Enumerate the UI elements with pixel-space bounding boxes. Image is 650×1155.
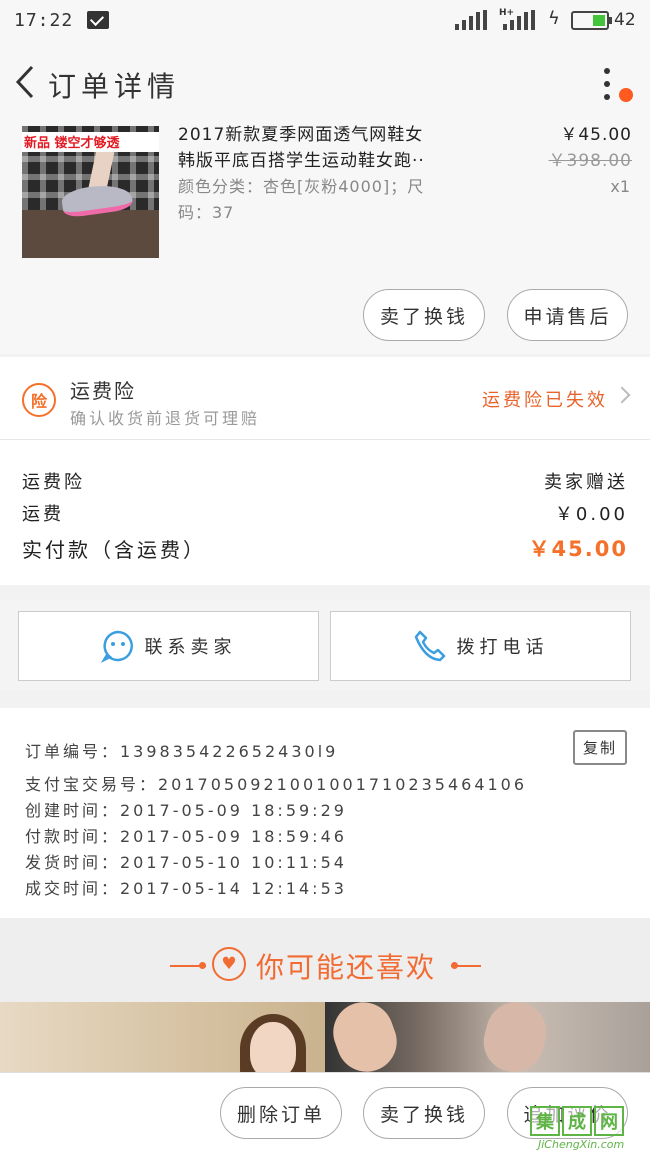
product-title[interactable]: 2017新款夏季网面透气网鞋女 韩版平底百搭学生运动鞋女跑·· [178,122,493,174]
contact-seller-button[interactable]: 联系卖家 [18,611,319,681]
contact-seller-label: 联系卖家 [144,637,237,658]
fee-row: 运费 ￥0.00 [22,500,628,526]
total-label: 实付款（含运费） [22,537,206,562]
product-image[interactable]: 新品 镂空才够透 [22,126,159,258]
signal-icon [455,10,487,30]
recommend-item-image[interactable] [0,1002,325,1072]
alipay-trade-number: 支付宝交易号：2017050921001001710235464106 [25,775,528,794]
completed-time: 成交时间：2017-05-14 12:14:53 [25,879,347,898]
order-info: 订单编号：139835422652430l9 复制 支付宝交易号：2017050… [0,708,650,918]
fee-value: ￥0.00 [554,504,628,525]
insurance-title: 运费险 [70,379,136,403]
shipped-time: 发货时间：2017-05-10 10:11:54 [25,853,347,872]
decor-line-right [451,965,481,967]
order-number: 订单编号：139835422652430l9 [25,742,339,761]
shipping-insurance-row[interactable]: 险 运费险 确认收货前退货可理赔 运费险已失效 [0,357,650,439]
recommend-item-image[interactable] [325,1002,650,1072]
product-price: ￥45.00 [560,125,632,145]
page-title: 订单详情 [48,70,181,103]
status-bar: 17:22 H+ ϟ 42 [0,0,650,42]
recommend-title: 你可能还喜欢 [256,951,437,984]
fee-summary: 运费险 卖家赠送 运费 ￥0.00 实付款（含运费） ￥45.00 [0,440,650,585]
status-time: 17:22 [14,10,74,31]
product-sku: 颜色分类：杏色[灰粉4000]；尺 码：37 [178,177,425,222]
total-row: 实付款（含运费） ￥45.00 [22,533,628,563]
phone-icon [414,630,445,662]
charging-icon: ϟ [548,8,560,29]
resell-button[interactable]: 卖了换钱 [363,289,485,341]
after-sale-button[interactable]: 申请售后 [507,289,628,341]
paid-time: 付款时间：2017-05-09 18:59:46 [25,827,347,846]
call-phone-label: 拨打电话 [456,637,549,658]
battery-level: 42 [614,10,636,30]
created-time: 创建时间：2017-05-09 18:59:29 [25,801,347,820]
back-arrow-icon[interactable] [12,64,42,100]
copy-button[interactable]: 复制 [573,730,627,765]
product-original-price: ￥398.00 [548,151,632,171]
delete-order-button[interactable]: 删除订单 [220,1087,342,1139]
battery-icon [571,11,612,30]
signal-2-icon [503,10,535,30]
notification-dot [619,88,633,102]
contact-section: 联系卖家 拨打电话 [0,600,650,690]
total-value: ￥45.00 [528,537,628,561]
product-quantity: x1 [610,177,630,196]
watermark-text: JiChengXin.com [538,1138,625,1151]
product-card: 新品 镂空才够透 2017新款夏季网面透气网鞋女 韩版平底百搭学生运动鞋女跑··… [0,122,650,354]
watermark-logo: 集 成 网 [530,1104,648,1138]
insurance-status: 运费险已失效 [482,390,608,411]
fee-label: 运费险 [22,472,85,493]
fee-value: 卖家赠送 [544,472,628,493]
decor-dot-left [199,962,206,969]
chevron-right-icon [613,386,631,404]
heart-icon: ♥ [212,947,246,981]
resell-button[interactable]: 卖了换钱 [363,1087,485,1139]
watermark: 集 成 网 JiChengXin.com [530,1104,648,1152]
notification-icon [87,11,109,29]
fee-label: 运费 [22,504,64,525]
recommend-header: ♥ 你可能还喜欢 [0,918,650,1002]
fee-row: 运费险 卖家赠送 [22,468,628,494]
call-phone-button[interactable]: 拨打电话 [330,611,631,681]
insurance-icon: 险 [22,383,56,417]
header: 订单详情 [0,42,650,122]
more-menu-icon[interactable] [592,66,622,102]
chat-bubble-icon [100,630,133,663]
insurance-subtitle: 确认收货前退货可理赔 [70,409,261,428]
product-image-badge: 新品 镂空才够透 [22,132,159,152]
